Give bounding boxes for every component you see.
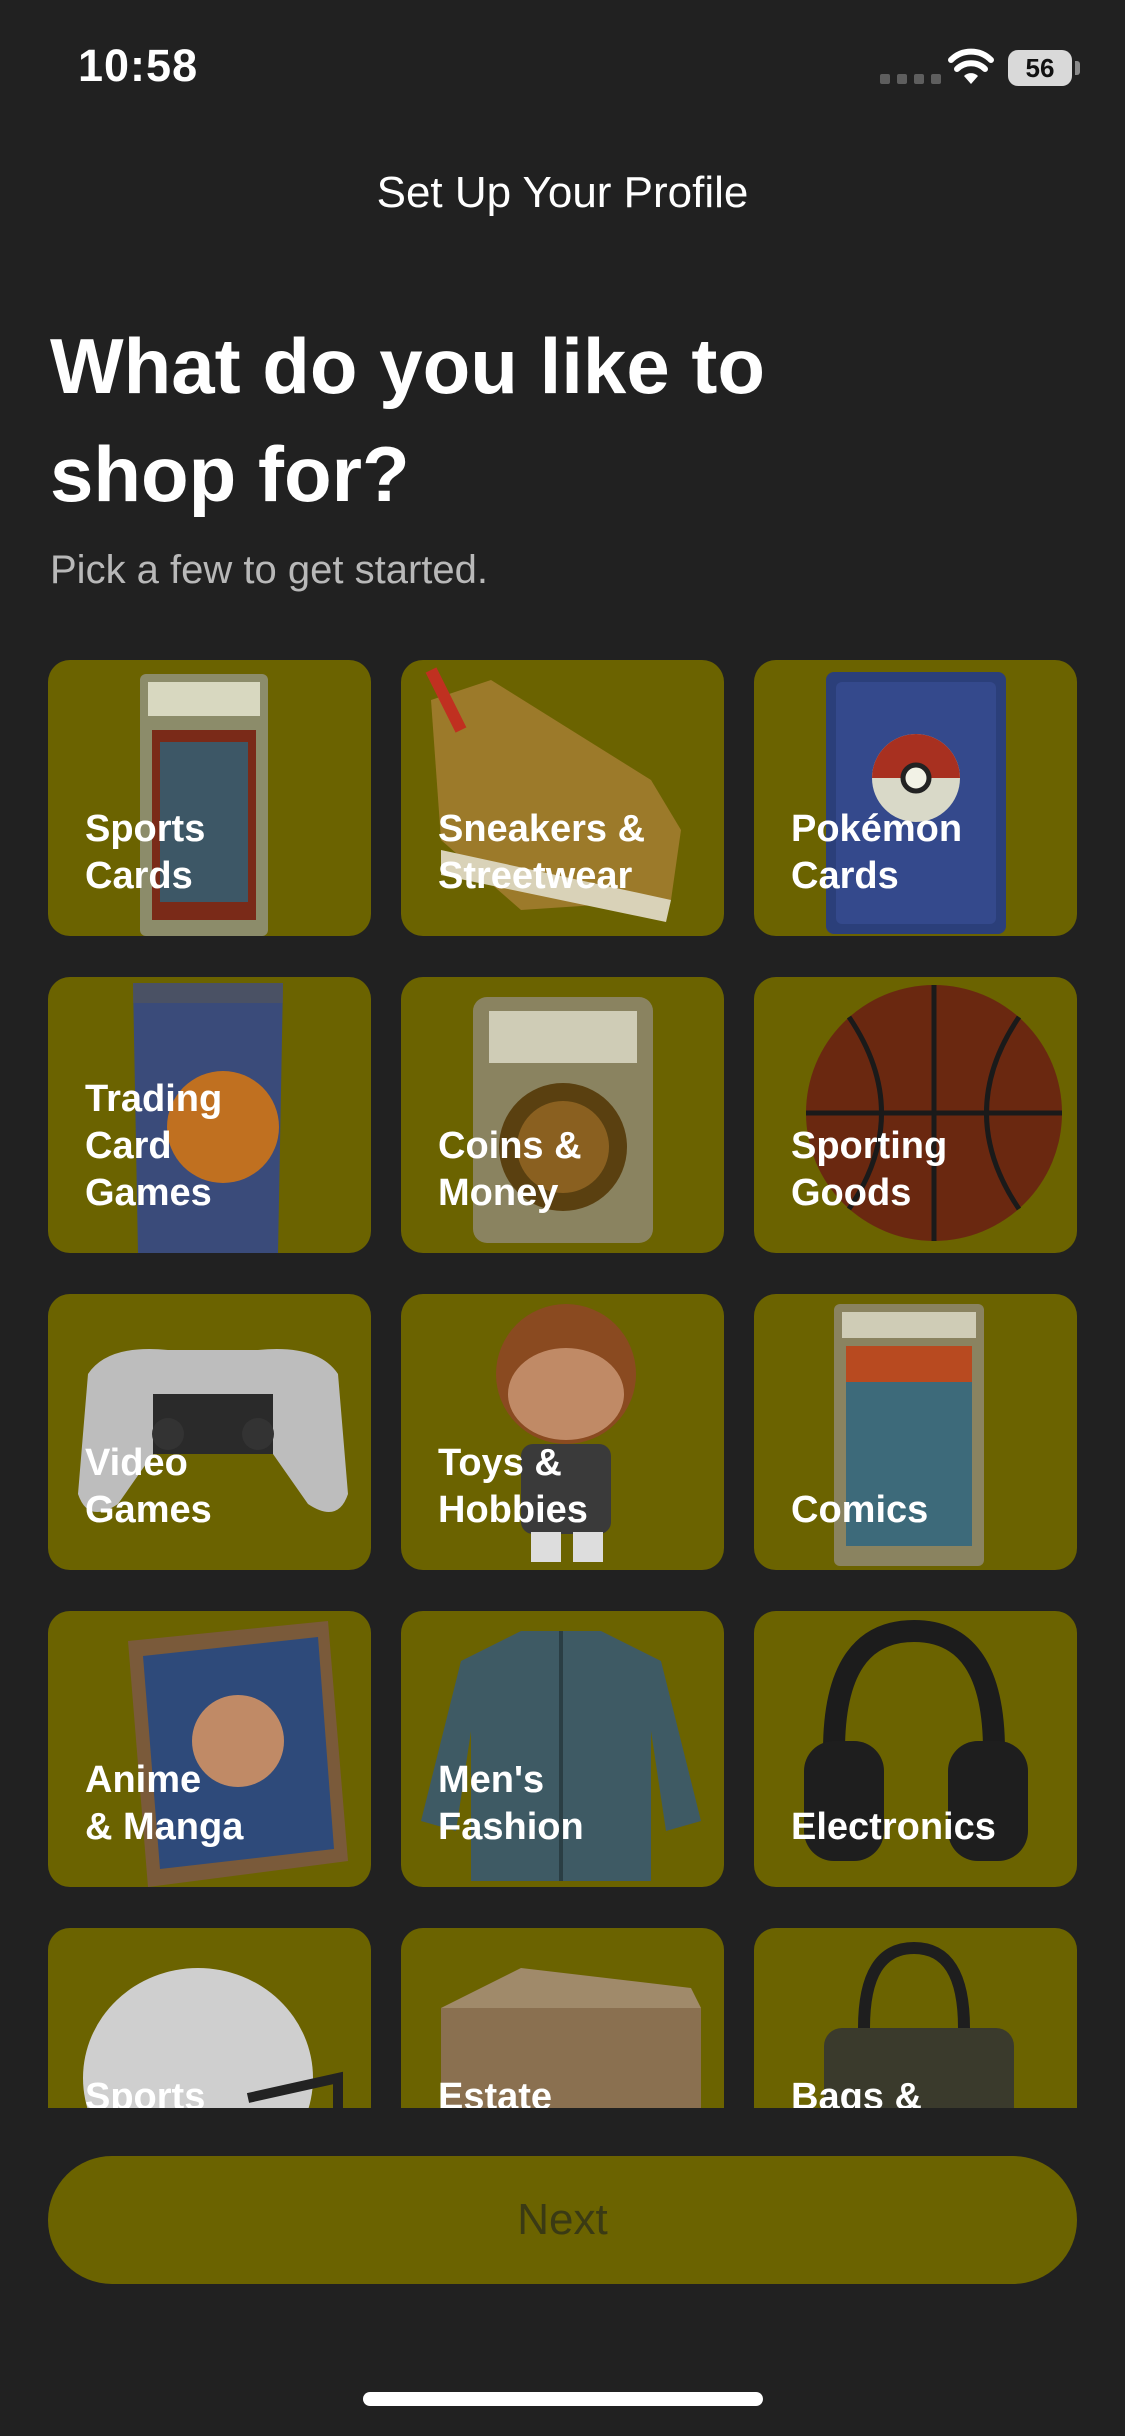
- page-subtitle: Pick a few to get started.: [50, 548, 488, 592]
- battery-icon: 56: [1008, 50, 1072, 86]
- category-tile-electronics[interactable]: Electronics: [754, 1611, 1077, 1887]
- category-tile-comics[interactable]: Comics: [754, 1294, 1077, 1570]
- cellular-signal-icon: [880, 74, 941, 84]
- home-indicator[interactable]: [363, 2392, 763, 2406]
- category-tile-bags-accessories[interactable]: Bags & Accessorie: [754, 1928, 1077, 2108]
- next-button[interactable]: Next: [48, 2156, 1077, 2284]
- category-label: Pokémon Cards: [791, 808, 963, 897]
- category-label: Anime & Manga: [85, 1759, 244, 1848]
- category-label: Men's Fashion: [438, 1759, 584, 1848]
- category-label: Bags & Accessorie: [791, 2076, 922, 2108]
- category-tile-pokemon-cards[interactable]: Pokémon Cards: [754, 660, 1077, 936]
- category-label: Estate Sales &: [438, 2076, 553, 2108]
- category-tile-toys-hobbies[interactable]: Toys & Hobbies: [401, 1294, 724, 1570]
- category-tile-trading-card-games[interactable]: Trading Card Games: [48, 977, 371, 1253]
- wifi-icon: [948, 48, 994, 84]
- status-bar: 10:58 56: [0, 0, 1125, 140]
- category-tile-mens-fashion[interactable]: Men's Fashion: [401, 1611, 724, 1887]
- category-tile-sporting-goods[interactable]: Sporting Goods: [754, 977, 1077, 1253]
- status-time: 10:58: [78, 40, 199, 91]
- category-label: Toys & Hobbies: [438, 1442, 588, 1531]
- page-heading: What do you like to shop for?: [50, 322, 765, 518]
- category-label: Trading Card Games: [85, 1078, 223, 1214]
- category-label: Sports Cards: [85, 808, 206, 897]
- category-label: Sports Memorabili: [85, 2076, 206, 2108]
- category-label: Video Games: [85, 1442, 212, 1531]
- category-tile-sports-cards[interactable]: Sports Cards: [48, 660, 371, 936]
- category-tile-video-games[interactable]: Video Games: [48, 1294, 371, 1570]
- category-label: Sneakers & Streetwear: [438, 808, 646, 897]
- category-label: Comics: [791, 1489, 929, 1531]
- category-grid-viewport[interactable]: Sports Cards Sneakers & Streetwear Pokém…: [0, 660, 1125, 2108]
- category-tile-estate-sales[interactable]: Estate Sales &: [401, 1928, 724, 2108]
- category-grid: Sports Cards Sneakers & Streetwear Pokém…: [48, 660, 1078, 2108]
- category-label: Electronics: [791, 1806, 996, 1848]
- category-label: Coins & Money: [438, 1125, 582, 1214]
- category-tile-sneakers-streetwear[interactable]: Sneakers & Streetwear: [401, 660, 724, 936]
- category-tile-coins-money[interactable]: Coins & Money: [401, 977, 724, 1253]
- category-label: Sporting Goods: [791, 1125, 948, 1214]
- category-tile-anime-manga[interactable]: Anime & Manga: [48, 1611, 371, 1887]
- screen-title: Set Up Your Profile: [376, 168, 749, 217]
- battery-tip: [1075, 61, 1080, 75]
- category-tile-sports-memorabilia[interactable]: Sports Memorabili: [48, 1928, 371, 2108]
